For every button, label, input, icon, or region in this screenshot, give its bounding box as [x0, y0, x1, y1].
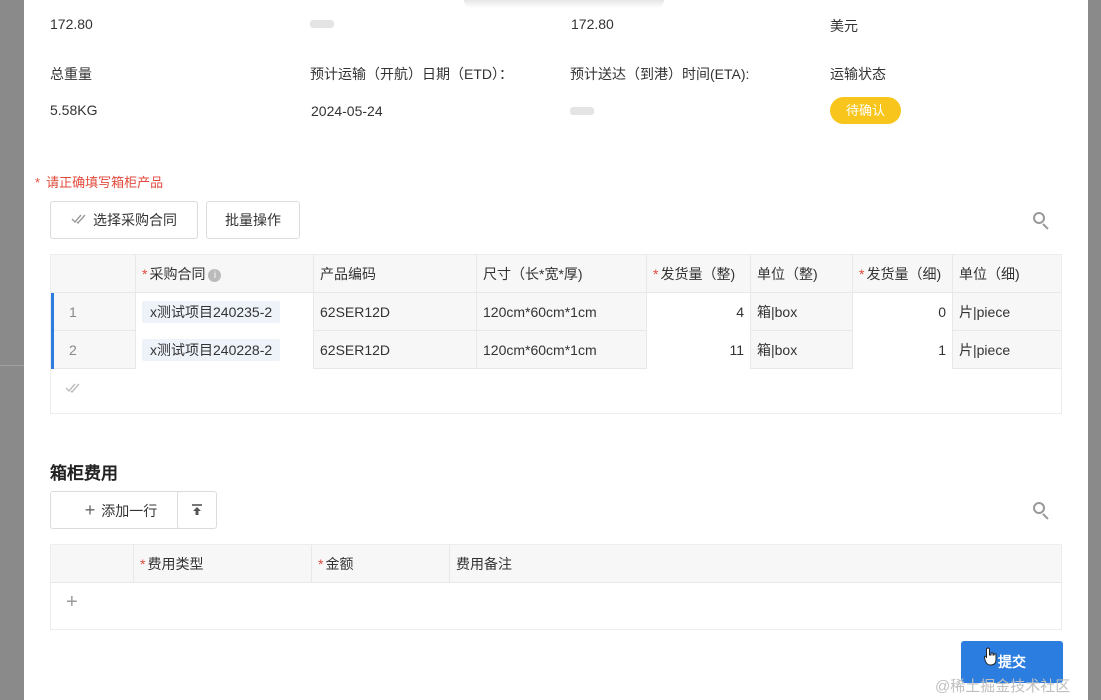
qty-whole-cell[interactable]: 11 [646, 331, 750, 369]
shipment-modal: 172.80 172.80 美元 总重量 预计运输（开航）日期（ETD）： 预计… [24, 0, 1088, 700]
eta-empty-dash [570, 107, 594, 115]
batch-operation-label: 批量操作 [225, 212, 281, 228]
col-header-fee-type: * 费用类型 [133, 545, 311, 583]
unit-whole-cell: 箱|box [750, 293, 852, 331]
products-grid: * 采购合同 i 产品编码 尺寸（长*宽*厚) * 发货量（整) 单位（整) * 发货量… [50, 254, 1062, 414]
select-contract-label: 选择采购合同 [93, 212, 177, 228]
col-header-contract: * 采购合同 i [135, 255, 313, 293]
batch-operation-button[interactable]: 批量操作 [206, 201, 300, 239]
add-fee-plus-icon[interactable]: + [66, 591, 78, 614]
select-contract-button[interactable]: 选择采购合同 [50, 201, 198, 239]
qty-whole-cell[interactable]: 4 [646, 293, 750, 331]
col-header-unit-whole: 单位（整) [750, 255, 852, 293]
unit-detail-cell: 片|piece [952, 331, 1061, 369]
col-header-qty-detail: * 发货量（细) [852, 255, 952, 293]
size-cell: 120cm*60cm*1cm [476, 293, 646, 331]
row1-value-1: 172.80 [50, 16, 93, 32]
contract-cell[interactable]: x测试项目240235-2 [135, 293, 313, 331]
fees-grid: * 费用类型 * 金额 费用备注 + [50, 544, 1062, 630]
backdrop-line [0, 365, 24, 366]
col-header-amount: * 金额 [311, 545, 449, 583]
product-warning-text: 请正确填写箱柜产品 [46, 175, 164, 190]
plus-icon: + [84, 500, 96, 520]
col-header-code: 产品编码 [313, 255, 476, 293]
total-weight-value: 5.58KG [50, 102, 98, 118]
upload-button[interactable] [177, 491, 217, 529]
code-cell: 62SER12D [313, 331, 476, 369]
info-icon[interactable]: i [208, 269, 222, 282]
table-row[interactable]: 2 x测试项目240228-2 62SER12D 120cm*60cm*1cm … [51, 331, 1061, 369]
unit-whole-cell: 箱|box [750, 331, 852, 369]
status-badge: 待确认 [830, 97, 901, 124]
etd-value: 2024-05-24 [311, 103, 383, 119]
row1-value-3: 172.80 [571, 16, 614, 32]
add-row-button[interactable]: + 添加一行 [50, 491, 192, 529]
etd-label: 预计运输（开航）日期（ETD）： [310, 66, 513, 82]
backdrop-right [1088, 0, 1101, 700]
unit-detail-cell: 片|piece [952, 293, 1061, 331]
col-header-unit-detail: 单位（细) [952, 255, 1061, 293]
required-star: * [35, 175, 41, 190]
qty-detail-cell[interactable]: 0 [852, 293, 952, 331]
backdrop-left [0, 0, 24, 700]
top-shadow [464, 0, 664, 8]
status-label: 运输状态 [830, 66, 886, 82]
hand-cursor-icon [983, 647, 998, 667]
qty-detail-cell[interactable]: 1 [852, 331, 952, 369]
contract-tag: x测试项目240228-2 [142, 339, 281, 361]
currency-value: 美元 [830, 18, 858, 34]
add-row-label: 添加一行 [101, 503, 158, 519]
fees-section-title: 箱柜费用 [50, 464, 118, 483]
row-index: 2 [69, 342, 77, 358]
empty-value-dash [310, 20, 334, 28]
contract-cell[interactable]: x测试项目240228-2 [135, 331, 313, 369]
contract-tag: x测试项目240235-2 [142, 301, 281, 323]
size-cell: 120cm*60cm*1cm [476, 331, 646, 369]
product-warning: * 请正确填写箱柜产品 [35, 172, 163, 191]
search-icon[interactable] [1032, 211, 1050, 230]
search-icon[interactable] [1032, 501, 1050, 520]
table-row[interactable]: 1 x测试项目240235-2 62SER12D 120cm*60cm*1cm … [51, 293, 1061, 331]
row-index: 1 [69, 304, 77, 320]
double-check-icon[interactable] [65, 381, 81, 397]
code-cell: 62SER12D [313, 293, 476, 331]
double-check-icon [71, 202, 87, 238]
col-header-size: 尺寸（长*宽*厚) [476, 255, 646, 293]
watermark: @稀土掘金技术社区 [935, 678, 1071, 695]
upload-icon [191, 502, 203, 518]
col-header-fee-note: 费用备注 [449, 545, 1061, 583]
total-weight-label: 总重量 [50, 66, 92, 82]
eta-label: 预计送达（到港）时间(ETA): [570, 66, 750, 82]
products-grid-header: * 采购合同 i 产品编码 尺寸（长*宽*厚) * 发货量（整) 单位（整) * 发货量… [51, 255, 1061, 293]
fees-grid-header: * 费用类型 * 金额 费用备注 [51, 545, 1061, 583]
col-header-qty-whole: * 发货量（整) [646, 255, 750, 293]
